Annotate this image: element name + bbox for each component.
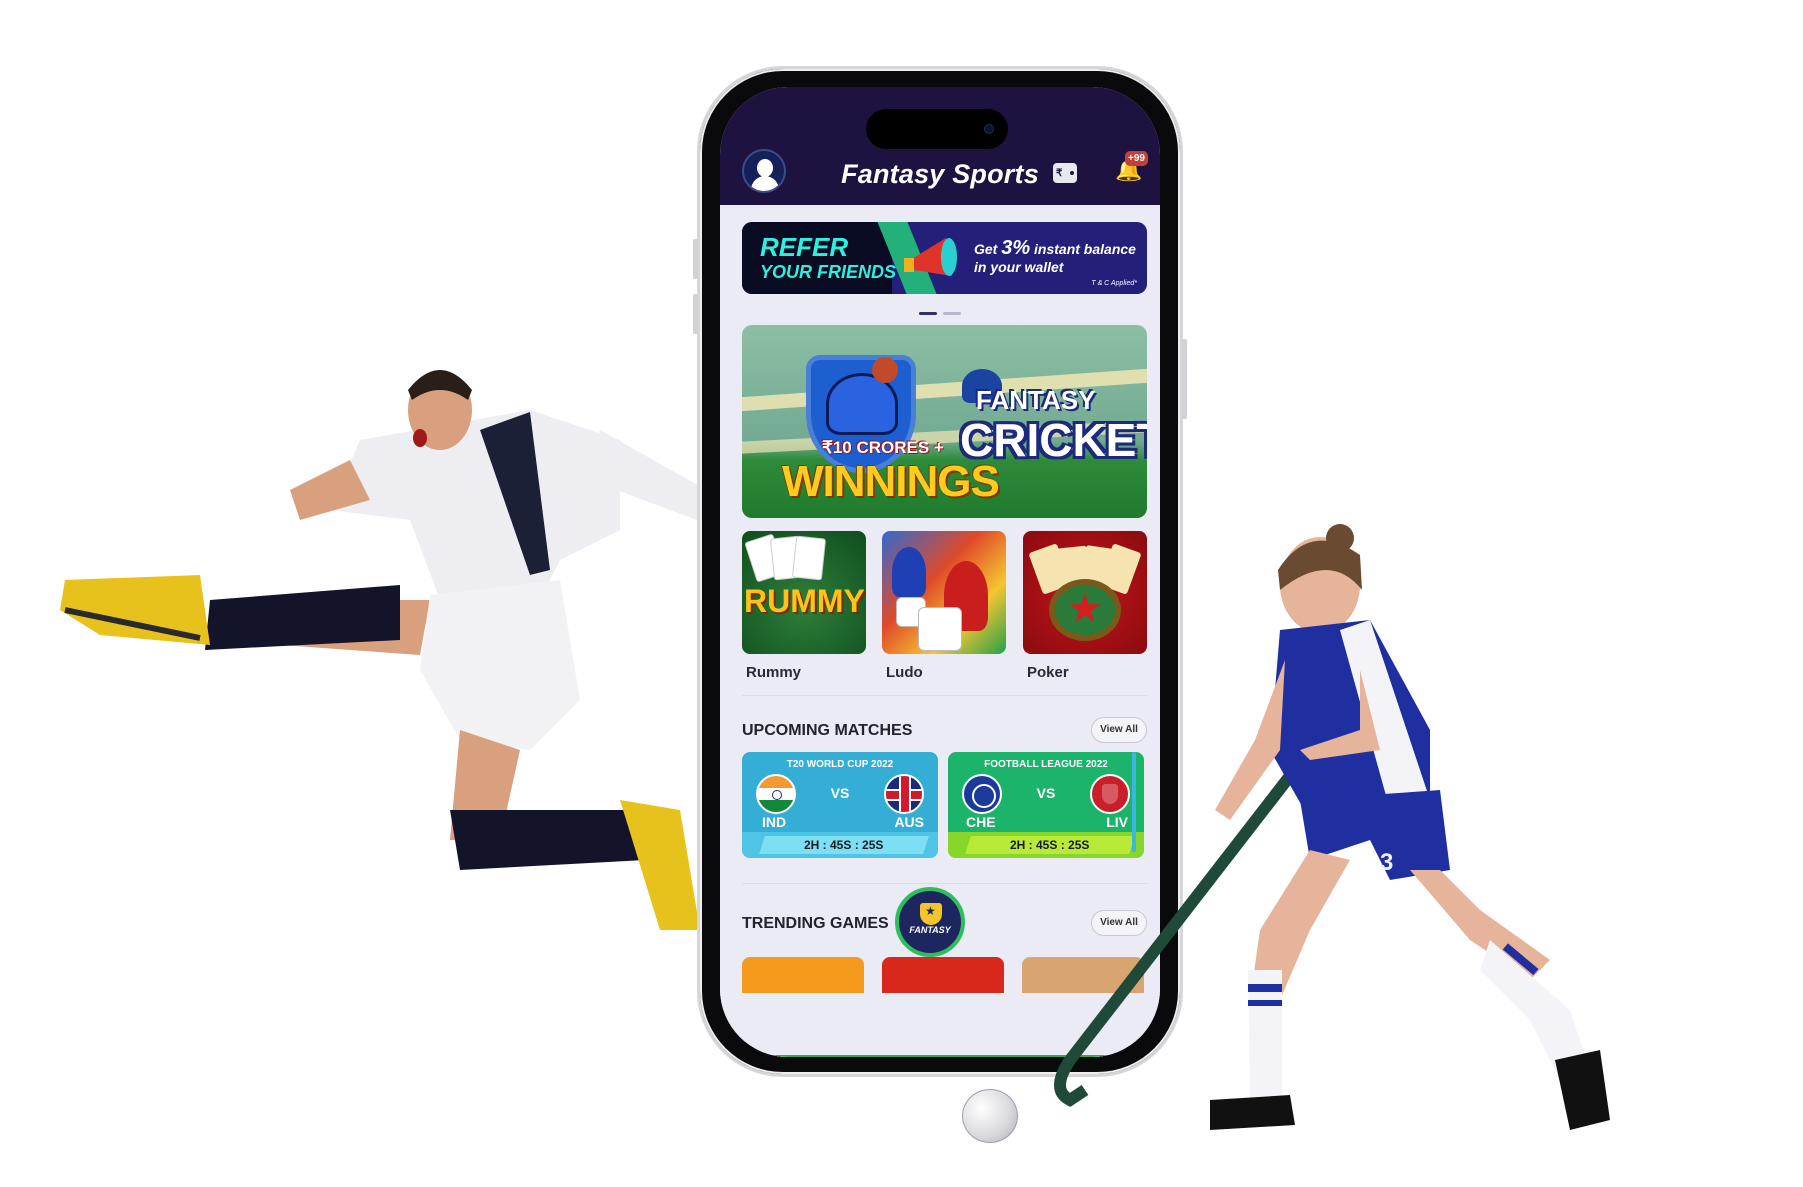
home-team: IND [762,814,787,830]
match-card[interactable]: T20 WORLD CUP 2022 VS IND AUS 2H : 45S :… [742,752,938,858]
phone-power-button [1182,339,1187,419]
refer-offer-line1: Get 3% instant balance [974,237,1136,259]
rummy-thumbnail: RUMMY [742,531,866,654]
upcoming-matches-title: UPCOMING MATCHES [742,722,913,739]
home-team: CHE [966,814,996,830]
camera-icon [984,124,994,134]
game-label: Ludo [886,664,923,681]
match-countdown: 2H : 45S : 25S [759,836,929,854]
cricket-ball-icon [872,357,898,383]
trending-game-tile[interactable] [882,957,1004,993]
carousel-indicator [720,302,1160,320]
app-title: Fantasy Sports [841,159,1039,189]
hockey-ball [962,1089,1018,1143]
dynamic-island [866,109,1008,149]
notification-badge: +99 [1125,151,1148,166]
soccer-player-illustration [60,370,770,930]
carousel-dot[interactable] [919,312,937,315]
game-label: Rummy [746,664,802,681]
app-header: Fantasy Sports ₹ 🔔 +99 [720,87,1160,205]
game-tile-ludo[interactable]: Ludo [882,531,1006,681]
fantasy-center-button[interactable]: ★ FANTASY [895,887,965,957]
svg-text:3: 3 [1380,849,1393,876]
terms-text: T & C Applied* [1091,280,1137,287]
match-league: T20 WORLD CUP 2022 [786,759,894,770]
promo-stage: Fantasy Sports ₹ 🔔 +99 REFER YOUR FRIEND… [0,0,1803,1187]
hockey-player-illustration: 3 [1054,524,1610,1130]
wallet-icon[interactable]: ₹ [1053,163,1077,183]
phone-volume-up [693,239,698,279]
carousel-dot[interactable] [943,312,961,315]
game-tile-rummy[interactable]: RUMMY Rummy [742,531,866,681]
away-team: AUS [894,814,924,830]
prize-text: ₹10 CRORES + [822,438,944,457]
refer-line2: YOUR FRIENDS [760,262,897,282]
brand-cricket: CRICKET [960,414,1147,466]
phone-volume-down [693,294,698,334]
megaphone-icon [904,238,957,276]
trending-games-title: TRENDING GAMES [742,915,889,932]
refer-offer-line2: in your wallet [974,259,1064,275]
fantasy-cricket-banner[interactable]: ₹10 CRORES + WINNINGS FANTASY CRICKET [742,325,1147,518]
uk-flag-icon [884,774,924,814]
refer-friends-banner[interactable]: REFER YOUR FRIENDS Get 3% instant balanc… [742,222,1147,294]
ludo-thumbnail [882,531,1006,654]
trending-game-tile[interactable] [742,957,864,993]
refer-line1: REFER [760,232,849,262]
brand-fantasy: FANTASY [976,385,1096,415]
